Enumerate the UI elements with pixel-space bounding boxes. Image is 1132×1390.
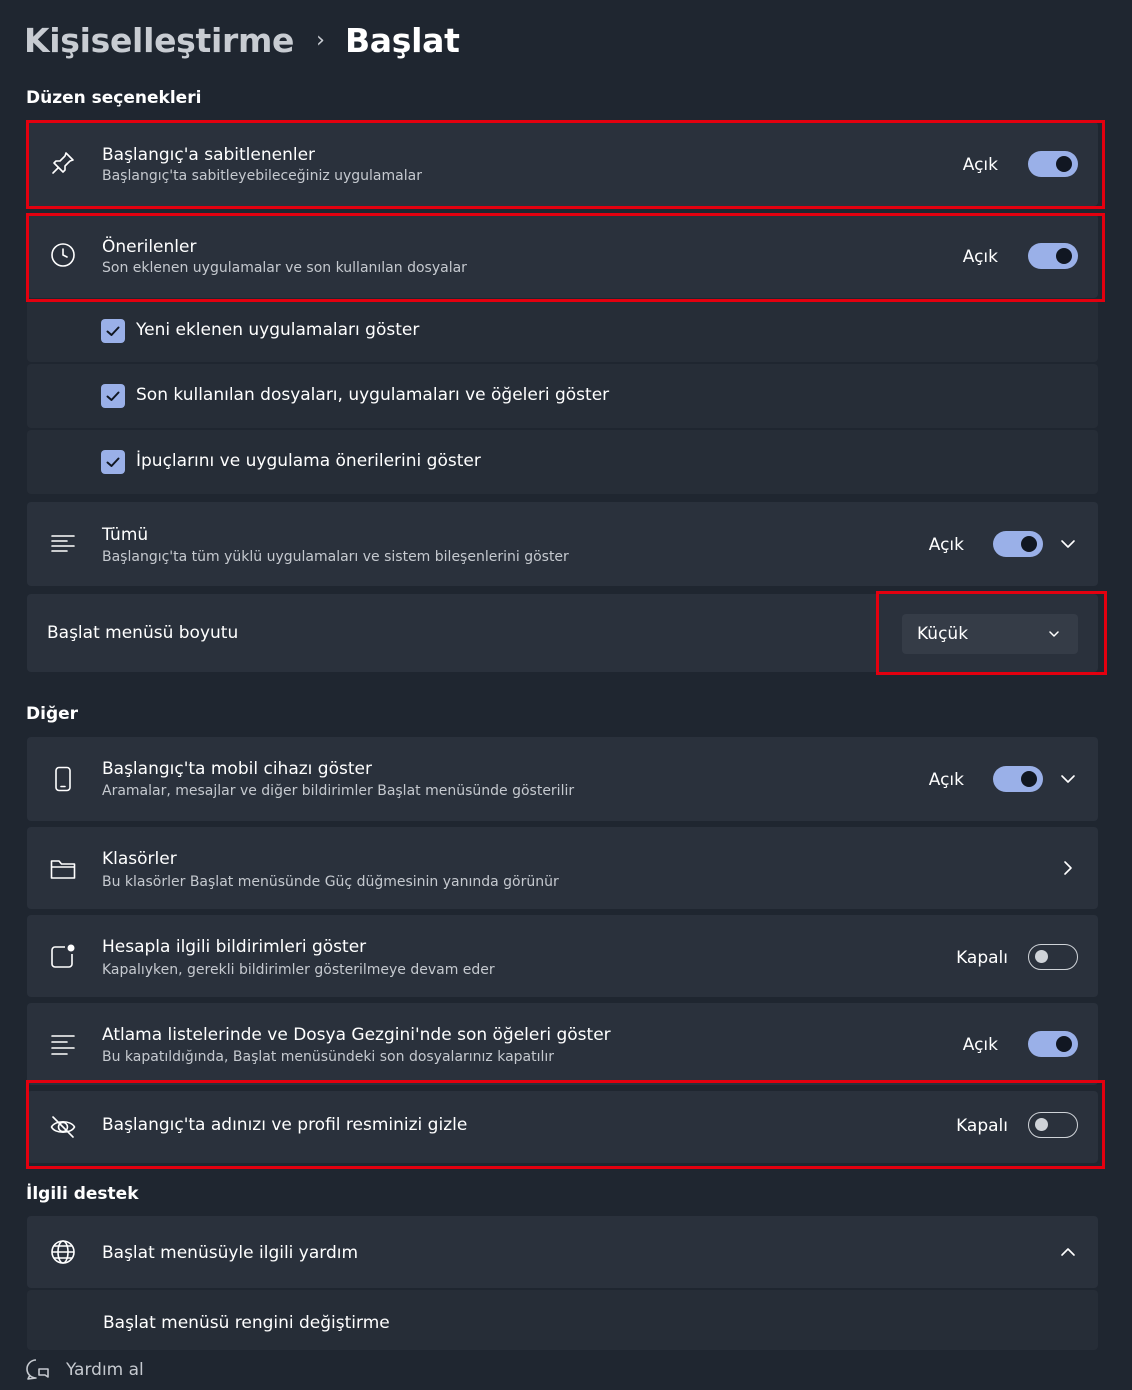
setting-title: Başlat menüsü boyutu — [47, 623, 239, 643]
breadcrumb-parent[interactable]: Kişiselleştirme — [24, 21, 294, 60]
check-label: Son kullanılan dosyaları, uygulamaları v… — [136, 385, 610, 405]
all-apps-toggle[interactable] — [993, 531, 1043, 557]
toggle-state-label: Açık — [962, 247, 998, 267]
setting-title: Klasörler — [102, 849, 177, 869]
toggle-state-label: Açık — [962, 155, 998, 175]
phone-icon — [49, 765, 77, 793]
chevron-down-icon — [1044, 624, 1064, 644]
setting-title: Başlangıç'a sabitlenenler — [102, 145, 316, 165]
setting-description: Kapalıyken, gerekli bildirimler gösteril… — [102, 962, 495, 978]
setting-title: Hesapla ilgili bildirimleri göster — [102, 937, 367, 957]
chevron-right-icon[interactable] — [1058, 858, 1078, 878]
toggle-state-label: Açık — [928, 770, 964, 790]
setting-hide-profile: Başlangıç'ta adınızı ve profil resminizi… — [27, 1091, 1098, 1163]
toggle-state-label: Kapalı — [956, 1116, 1008, 1136]
setting-description: Aramalar, mesajlar ve diğer bildirimler … — [102, 783, 575, 799]
pinned-toggle[interactable] — [1028, 151, 1078, 177]
chevron-up-icon[interactable] — [1058, 1242, 1078, 1262]
setting-title: Başlangıç'ta mobil cihazı göster — [102, 759, 372, 779]
start-size-dropdown[interactable]: Küçük — [902, 614, 1078, 654]
toggle-state-label: Açık — [928, 535, 964, 555]
setting-title: Başlat menüsüyle ilgili yardım — [102, 1243, 359, 1263]
setting-description: Başlangıç'ta tüm yüklü uygulamaları ve s… — [102, 549, 569, 565]
checkbox-checked[interactable] — [101, 319, 125, 343]
setting-account-notifications: Hesapla ilgili bildirimleri göster Kapal… — [27, 915, 1098, 997]
setting-title: Önerilenler — [102, 237, 197, 257]
jump-lists-toggle[interactable] — [1028, 1031, 1078, 1057]
setting-start-size: Başlat menüsü boyutu Küçük — [27, 594, 1098, 672]
setting-all-apps: Tümü Başlangıç'ta tüm yüklü uygulamaları… — [27, 502, 1098, 586]
get-help-link[interactable]: Yardım al — [66, 1360, 144, 1380]
setting-jump-lists: Atlama listelerinde ve Dosya Gezgini'nde… — [27, 1003, 1098, 1085]
setting-title: Tümü — [102, 525, 149, 545]
check-label: İpuçlarını ve uygulama önerilerini göste… — [136, 451, 481, 471]
setting-folders[interactable]: Klasörler Bu klasörler Başlat menüsünde … — [27, 827, 1098, 909]
globe-icon — [49, 1238, 77, 1266]
clock-icon — [49, 241, 77, 269]
recommended-toggle[interactable] — [1028, 243, 1078, 269]
toggle-state-label: Açık — [962, 1035, 998, 1055]
support-link-row: Başlat menüsü rengini değiştirme — [27, 1290, 1098, 1350]
setting-description: Son eklenen uygulamalar ve son kullanıla… — [102, 260, 467, 276]
checkbox-checked[interactable] — [101, 384, 125, 408]
setting-description: Bu klasörler Başlat menüsünde Güç düğmes… — [102, 874, 559, 890]
setting-mobile: Başlangıç'ta mobil cihazı göster Aramala… — [27, 737, 1098, 821]
list-icon — [49, 1030, 77, 1058]
setting-pinned: Başlangıç'a sabitlenenler Başlangıç'ta s… — [27, 122, 1098, 206]
folder-icon — [49, 855, 77, 883]
page-title: Başlat — [344, 20, 460, 60]
breadcrumb-separator-icon: › — [316, 27, 325, 53]
setting-description: Bu kapatıldığında, Başlat menüsündeki so… — [102, 1049, 555, 1065]
pin-icon — [49, 149, 77, 177]
list-icon — [49, 530, 77, 558]
support-link-color[interactable]: Başlat menüsü rengini değiştirme — [103, 1313, 390, 1333]
section-title-other: Diğer — [26, 704, 79, 724]
breadcrumb: Kişiselleştirme › Başlat — [24, 18, 460, 62]
check-label: Yeni eklenen uygulamaları göster — [136, 320, 420, 340]
checkbox-checked[interactable] — [101, 450, 125, 474]
help-chat-icon — [24, 1357, 50, 1383]
setting-description: Başlangıç'ta sabitleyebileceğiniz uygula… — [102, 168, 422, 184]
setting-title: Atlama listelerinde ve Dosya Gezgini'nde… — [102, 1025, 611, 1045]
chevron-down-icon[interactable] — [1058, 534, 1078, 554]
dropdown-value: Küçük — [917, 624, 969, 644]
hide-profile-toggle[interactable] — [1028, 1112, 1078, 1138]
eye-off-icon — [49, 1113, 77, 1141]
setting-title: Başlangıç'ta adınızı ve profil resminizi… — [102, 1115, 468, 1135]
toggle-state-label: Kapalı — [956, 948, 1008, 968]
check-item-recent-files[interactable]: Son kullanılan dosyaları, uygulamaları v… — [27, 364, 1098, 428]
chevron-down-icon[interactable] — [1058, 769, 1078, 789]
section-title-layout: Düzen seçenekleri — [26, 88, 202, 108]
check-item-new-apps[interactable]: Yeni eklenen uygulamaları göster — [27, 300, 1098, 362]
section-title-support: İlgili destek — [26, 1184, 139, 1204]
mobile-toggle[interactable] — [993, 766, 1043, 792]
account-notifications-toggle[interactable] — [1028, 944, 1078, 970]
setting-recommended: Önerilenler Son eklenen uygulamalar ve s… — [27, 214, 1098, 298]
check-item-tips[interactable]: İpuçlarını ve uygulama önerilerini göste… — [27, 430, 1098, 494]
support-start-help[interactable]: Başlat menüsüyle ilgili yardım — [27, 1216, 1098, 1288]
notification-badge-icon — [49, 942, 77, 970]
